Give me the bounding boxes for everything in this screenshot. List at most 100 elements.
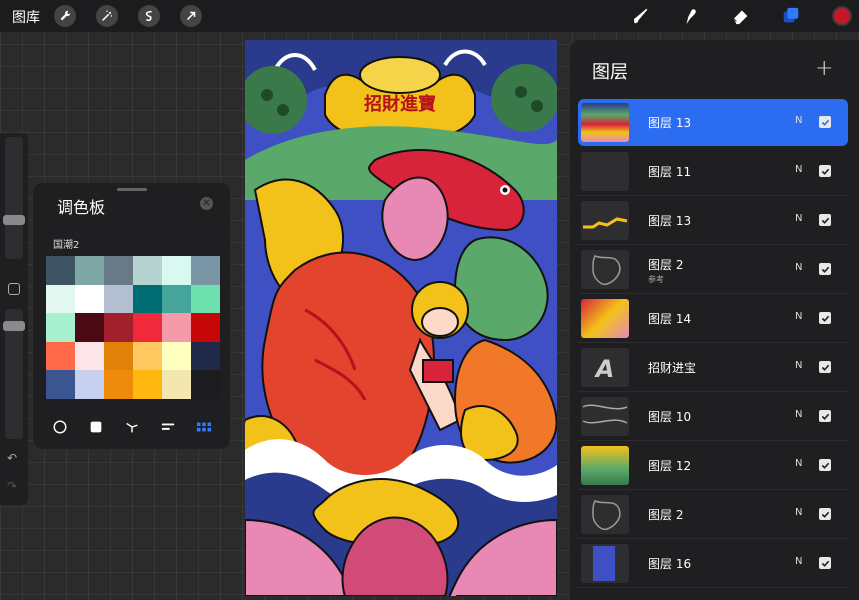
- layer-thumbnail[interactable]: A: [581, 348, 629, 387]
- harmony-view-icon[interactable]: [123, 418, 141, 436]
- classic-view-icon[interactable]: [87, 418, 105, 436]
- visibility-checkbox[interactable]: [819, 214, 831, 226]
- value-view-icon[interactable]: [159, 418, 177, 436]
- blend-mode-button[interactable]: N: [795, 409, 802, 420]
- current-color-swatch[interactable]: [832, 6, 852, 26]
- color-swatch[interactable]: [75, 284, 104, 313]
- blend-mode-button[interactable]: N: [795, 458, 802, 469]
- blend-mode-button[interactable]: N: [795, 213, 802, 224]
- color-swatch[interactable]: [133, 370, 162, 399]
- visibility-checkbox[interactable]: [819, 312, 831, 324]
- layer-row[interactable]: 图层 2 参考 N: [578, 246, 848, 294]
- blend-mode-button[interactable]: N: [795, 262, 802, 273]
- brush-size-thumb[interactable]: [3, 215, 25, 225]
- wrench-icon[interactable]: [54, 5, 76, 27]
- layer-row[interactable]: A 招财进宝 N: [578, 344, 848, 392]
- blend-mode-button[interactable]: N: [795, 507, 802, 518]
- visibility-checkbox[interactable]: [819, 116, 831, 128]
- layer-row[interactable]: 图层 14 N: [578, 295, 848, 343]
- color-swatch[interactable]: [133, 313, 162, 342]
- color-swatch[interactable]: [104, 341, 133, 370]
- palette-name: 国潮2: [53, 240, 80, 251]
- color-swatch[interactable]: [46, 256, 75, 285]
- palette-title: 调色板: [57, 198, 106, 217]
- layer-row[interactable]: 图层 13 N: [578, 99, 848, 146]
- color-swatch[interactable]: [46, 313, 75, 342]
- undo-icon[interactable]: ↶: [7, 451, 17, 465]
- color-swatch[interactable]: [104, 313, 133, 342]
- disc-view-icon[interactable]: [51, 418, 69, 436]
- visibility-checkbox[interactable]: [819, 361, 831, 373]
- layer-row[interactable]: 图层 12 N: [578, 442, 848, 490]
- layer-thumbnail[interactable]: [581, 299, 629, 338]
- visibility-checkbox[interactable]: [819, 557, 831, 569]
- color-swatch[interactable]: [162, 256, 191, 285]
- color-swatch[interactable]: [191, 341, 220, 370]
- layer-row[interactable]: 图层 10 N: [578, 393, 848, 441]
- eraser-icon[interactable]: [730, 5, 752, 27]
- color-swatch[interactable]: [75, 370, 104, 399]
- layer-row[interactable]: 图层 2 N: [578, 491, 848, 539]
- blend-mode-button[interactable]: N: [795, 164, 802, 175]
- color-swatch[interactable]: [162, 370, 191, 399]
- color-swatch[interactable]: [75, 256, 104, 285]
- opacity-thumb[interactable]: [3, 321, 25, 331]
- palettes-grid-icon[interactable]: [195, 418, 213, 436]
- layer-thumbnail[interactable]: [581, 544, 629, 583]
- color-swatch[interactable]: [104, 370, 133, 399]
- artwork-canvas[interactable]: 招財進寶: [245, 40, 557, 596]
- color-swatch[interactable]: [191, 370, 220, 399]
- visibility-checkbox[interactable]: [819, 459, 831, 471]
- color-swatch[interactable]: [104, 256, 133, 285]
- smudge-icon[interactable]: [680, 5, 702, 27]
- color-swatch[interactable]: [104, 284, 133, 313]
- blend-mode-button[interactable]: N: [795, 115, 802, 126]
- color-swatch[interactable]: [46, 284, 75, 313]
- visibility-checkbox[interactable]: [819, 410, 831, 422]
- redo-icon[interactable]: ↷: [7, 479, 17, 493]
- selection-icon[interactable]: [138, 5, 160, 27]
- layer-divider: [578, 538, 848, 539]
- layer-row[interactable]: 图层 13 N: [578, 197, 848, 245]
- close-icon[interactable]: ✕: [200, 197, 213, 210]
- brush-icon[interactable]: [630, 5, 652, 27]
- color-swatch[interactable]: [133, 284, 162, 313]
- color-swatch[interactable]: [162, 284, 191, 313]
- color-swatch[interactable]: [162, 341, 191, 370]
- color-swatch[interactable]: [46, 370, 75, 399]
- color-swatch[interactable]: [133, 341, 162, 370]
- layers-icon[interactable]: [780, 5, 802, 27]
- panel-drag-handle[interactable]: [117, 188, 147, 191]
- add-layer-button[interactable]: +: [815, 56, 833, 81]
- brush-size-slider[interactable]: [3, 137, 25, 259]
- color-swatch[interactable]: [162, 313, 191, 342]
- blend-mode-button[interactable]: N: [795, 311, 802, 322]
- visibility-checkbox[interactable]: [819, 165, 831, 177]
- modify-button[interactable]: [8, 283, 20, 295]
- layer-thumbnail[interactable]: [581, 495, 629, 534]
- color-swatch[interactable]: [46, 341, 75, 370]
- gallery-button[interactable]: 图库: [12, 7, 40, 27]
- visibility-checkbox[interactable]: [819, 263, 831, 275]
- visibility-checkbox[interactable]: [819, 508, 831, 520]
- magic-wand-icon[interactable]: [96, 5, 118, 27]
- layer-thumbnail[interactable]: [581, 250, 629, 289]
- opacity-slider[interactable]: [3, 309, 25, 439]
- layer-thumbnail[interactable]: [581, 201, 629, 240]
- layer-row[interactable]: 图层 16 N: [578, 540, 848, 588]
- color-swatch[interactable]: [75, 313, 104, 342]
- blend-mode-button[interactable]: N: [795, 360, 802, 371]
- color-swatch[interactable]: [191, 313, 220, 342]
- layer-row[interactable]: 图层 11 N: [578, 148, 848, 196]
- color-swatch[interactable]: [75, 341, 104, 370]
- color-swatch[interactable]: [133, 256, 162, 285]
- color-swatch[interactable]: [191, 284, 220, 313]
- layer-thumbnail[interactable]: [581, 103, 629, 142]
- blend-mode-button[interactable]: N: [795, 556, 802, 567]
- layer-thumbnail[interactable]: [581, 152, 629, 191]
- artwork-illustration: 招財進寶: [245, 40, 557, 596]
- layer-thumbnail[interactable]: [581, 397, 629, 436]
- color-swatch[interactable]: [191, 256, 220, 285]
- layer-thumbnail[interactable]: [581, 446, 629, 485]
- transform-arrow-icon[interactable]: [180, 5, 202, 27]
